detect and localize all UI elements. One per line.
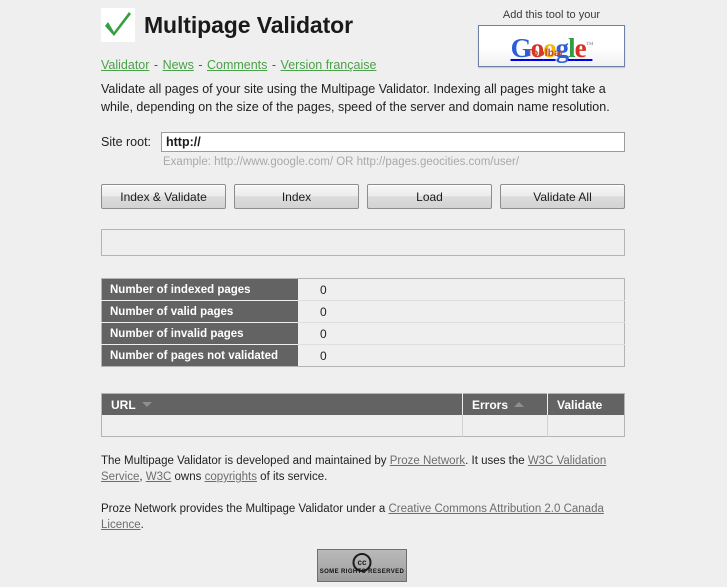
stat-value-valid-pages: 0	[298, 300, 625, 323]
google-letter-e: e	[574, 32, 587, 63]
footer-text-7: .	[140, 519, 144, 531]
table-row-empty	[101, 415, 625, 437]
nav-separator: -	[153, 58, 159, 72]
footer-link-w3c[interactable]: W3C	[146, 471, 172, 483]
url-results-table: URL Errors Validate	[101, 393, 625, 437]
column-header-errors[interactable]: Errors	[462, 393, 548, 415]
stat-label-invalid-pages: Number of invalid pages	[101, 322, 298, 345]
footer-licence-line: Proze Network provides the Multipage Val…	[101, 501, 623, 533]
validate-all-button[interactable]: Validate All	[500, 184, 625, 209]
footer-text-2: . It uses the	[465, 455, 528, 467]
primary-nav: Validator - News - Comments - Version fr…	[101, 58, 376, 72]
google-logo: Google™ Toolbar	[511, 31, 594, 63]
google-toolbar-promo: Add this tool to your Google™ Toolbar	[478, 9, 625, 67]
site-branding: Multipage Validator	[101, 8, 353, 42]
table-header-row: URL Errors Validate	[101, 393, 625, 415]
statistics-table: Number of indexed pages 0 Number of vali…	[101, 278, 625, 367]
nav-separator: -	[198, 58, 203, 72]
footer-text-4: owns	[171, 471, 205, 483]
site-root-form-row: Site root:	[101, 132, 625, 152]
cc-badge-wrap: cc SOME RIGHTS RESERVED	[101, 549, 623, 587]
nav-link-version-francaise[interactable]: Version française	[281, 58, 377, 72]
intro-paragraph: Validate all pages of your site using th…	[101, 82, 610, 114]
table-row: Number of invalid pages 0	[101, 322, 625, 345]
table-row: Number of valid pages 0	[101, 300, 625, 323]
nav-link-news[interactable]: News	[163, 58, 194, 72]
footer-link-proze-network[interactable]: Proze Network	[390, 455, 465, 467]
cell-url	[101, 415, 463, 437]
green-checkmark-icon	[101, 8, 135, 42]
stat-value-indexed-pages: 0	[298, 278, 625, 301]
index-and-validate-button[interactable]: Index & Validate	[101, 184, 226, 209]
page-header: Multipage Validator Validator - News - C…	[101, 0, 625, 78]
table-row: Number of indexed pages 0	[101, 278, 625, 301]
google-toolbar-button[interactable]: Google™ Toolbar	[478, 25, 625, 67]
sort-ascending-icon[interactable]	[514, 401, 525, 407]
trademark-mark: ™	[585, 39, 594, 49]
nav-link-validator[interactable]: Validator	[101, 58, 149, 72]
load-button[interactable]: Load	[367, 184, 492, 209]
nav-separator: -	[271, 58, 277, 72]
site-root-example-hint: Example: http://www.google.com/ OR http:…	[163, 156, 520, 168]
sort-descending-icon[interactable]	[141, 401, 152, 407]
column-header-url[interactable]: URL	[101, 393, 463, 415]
stat-value-not-validated-pages: 0	[298, 344, 625, 367]
footer-text-6: Proze Network provides the Multipage Val…	[101, 503, 389, 515]
column-header-url-label: URL	[111, 397, 136, 412]
stat-label-not-validated-pages: Number of pages not validated	[101, 344, 298, 367]
stat-value-invalid-pages: 0	[298, 322, 625, 345]
promo-caption: Add this tool to your	[502, 9, 601, 21]
page-title: Multipage Validator	[144, 11, 353, 38]
footer-text-1: The Multipage Validator is developed and…	[101, 455, 390, 467]
cc-badge-text: SOME RIGHTS RESERVED	[319, 569, 405, 575]
column-header-validate-label: Validate	[557, 397, 603, 412]
footer-text-5: of its service.	[256, 471, 328, 483]
site-root-label: Site root:	[101, 135, 152, 149]
index-button[interactable]: Index	[234, 184, 359, 209]
action-button-row: Index & Validate Index Load Validate All	[101, 184, 625, 209]
stat-label-valid-pages: Number of valid pages	[101, 300, 298, 323]
creative-commons-badge[interactable]: cc SOME RIGHTS RESERVED	[317, 549, 407, 582]
site-root-input[interactable]	[161, 132, 625, 152]
cell-errors	[462, 415, 548, 437]
nav-link-comments[interactable]: Comments	[207, 58, 267, 72]
status-message-box	[101, 229, 625, 256]
footer-credits-line: The Multipage Validator is developed and…	[101, 453, 623, 485]
column-header-validate[interactable]: Validate	[547, 393, 625, 415]
page-container: Multipage Validator Validator - News - C…	[101, 0, 625, 587]
page-footer: The Multipage Validator is developed and…	[101, 453, 623, 587]
stat-label-indexed-pages: Number of indexed pages	[101, 278, 298, 301]
column-header-errors-label: Errors	[472, 397, 509, 412]
footer-link-copyrights[interactable]: copyrights	[205, 471, 257, 483]
toolbar-wordmark: Toolbar	[526, 47, 564, 59]
table-row: Number of pages not validated 0	[101, 344, 625, 367]
cell-validate	[547, 415, 625, 437]
